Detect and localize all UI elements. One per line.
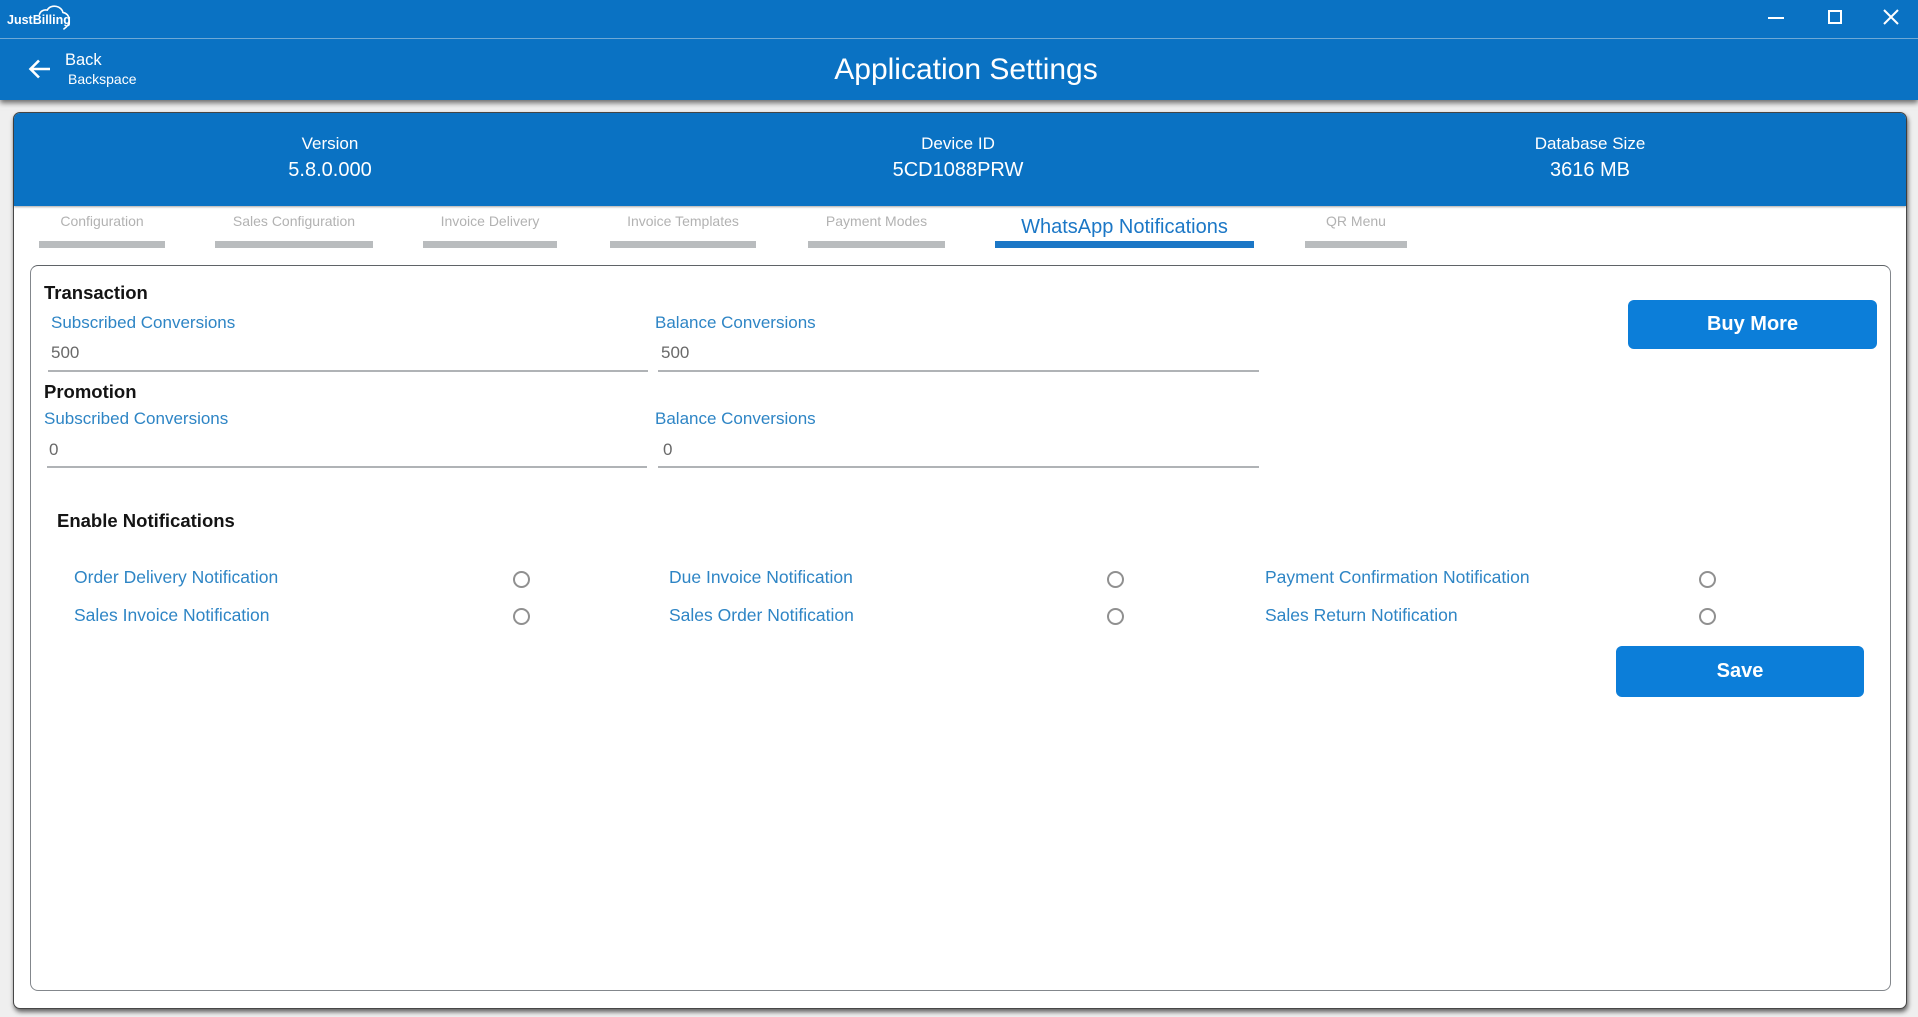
svg-text:JustBilling: JustBilling: [7, 13, 71, 27]
